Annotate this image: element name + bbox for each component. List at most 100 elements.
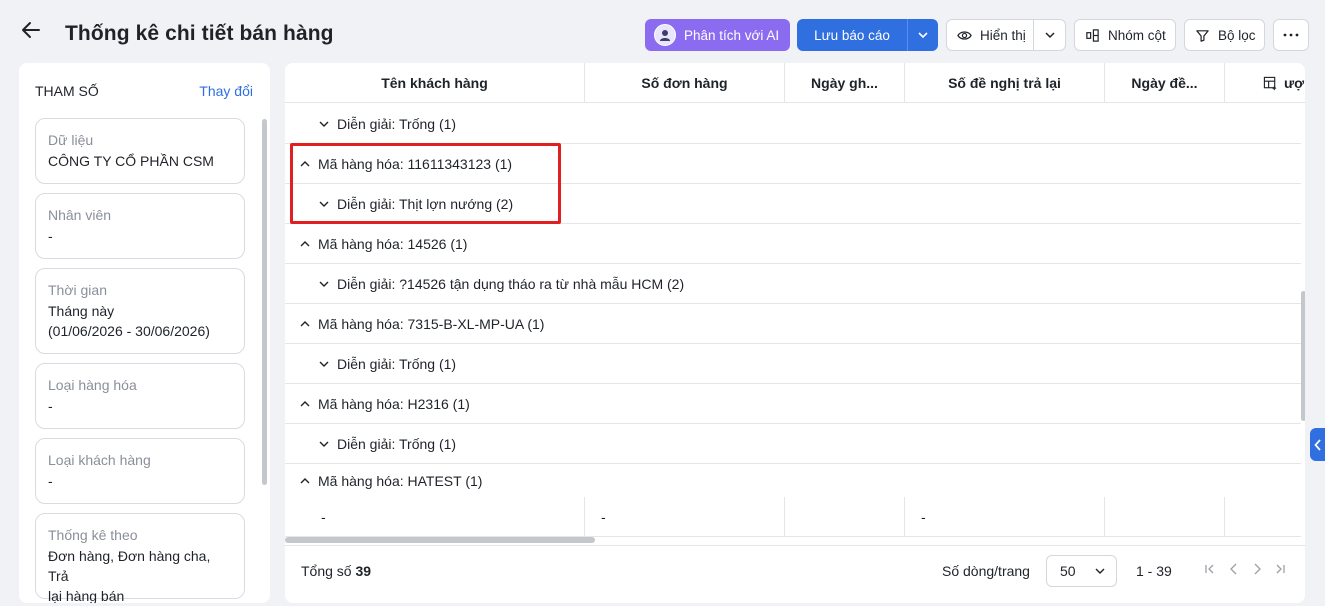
param-card-product-type[interactable]: Loại hàng hóa - bbox=[35, 363, 245, 429]
group-row-label: Diễn giải: Trống (1) bbox=[337, 115, 457, 132]
more-horizontal-icon bbox=[1283, 33, 1299, 37]
param-card-data[interactable]: Dữ liệu CÔNG TY CỔ PHẦN CSM bbox=[35, 118, 245, 184]
chevron-up-icon[interactable] bbox=[299, 398, 311, 410]
first-page-icon[interactable] bbox=[1203, 562, 1217, 576]
column-header-text: ượ bbox=[1284, 75, 1305, 91]
param-label: Thời gian bbox=[48, 282, 107, 298]
param-card-customer-type[interactable]: Loại khách hàng - bbox=[35, 438, 245, 504]
group-row[interactable]: Diễn giải: Thịt lợn nướng (2) bbox=[285, 184, 1301, 224]
horizontal-scrollbar[interactable] bbox=[285, 537, 595, 543]
save-options-button[interactable] bbox=[907, 19, 938, 51]
display-label: Hiển thị bbox=[980, 27, 1026, 43]
change-parameters-link[interactable]: Thay đổi bbox=[199, 83, 253, 99]
table-cell bbox=[785, 497, 905, 537]
back-arrow-icon[interactable] bbox=[20, 19, 42, 41]
group-row[interactable]: Mã hàng hóa: 14526 (1) bbox=[285, 224, 1301, 264]
parameters-panel: THAM SỐ Thay đổi Dữ liệu CÔNG TY CỔ PHẦN… bbox=[19, 63, 270, 603]
parameters-heading: THAM SỐ bbox=[35, 83, 99, 99]
param-card-period[interactable]: Thời gian Tháng này (01/06/2026 - 30/06/… bbox=[35, 268, 245, 354]
chevron-up-icon[interactable] bbox=[299, 158, 311, 170]
previous-page-icon[interactable] bbox=[1227, 562, 1241, 576]
total-value: 39 bbox=[355, 563, 372, 579]
table-footer: Tổng số 39 Số dòng/trang 50 1 - 39 bbox=[285, 545, 1305, 603]
table-row[interactable]: - - - bbox=[285, 497, 1301, 537]
total-label: Tổng số bbox=[301, 563, 352, 579]
display-button[interactable]: Hiển thị bbox=[946, 19, 1034, 51]
chevron-down-icon[interactable] bbox=[318, 278, 330, 290]
param-value: - bbox=[48, 228, 53, 244]
group-columns-label: Nhóm cột bbox=[1108, 27, 1166, 43]
rows-per-page-select[interactable]: 50 bbox=[1046, 555, 1117, 587]
param-value-cont: lại hàng bán bbox=[48, 588, 125, 603]
param-label: Nhân viên bbox=[48, 207, 112, 223]
column-header[interactable]: Ngày đề... bbox=[1105, 63, 1225, 103]
chevron-up-icon[interactable] bbox=[299, 475, 311, 487]
group-row-label: Mã hàng hóa: H2316 (1) bbox=[318, 395, 470, 412]
page-range: 1 - 39 bbox=[1136, 563, 1172, 579]
rows-per-page-value: 50 bbox=[1060, 563, 1076, 579]
last-page-icon[interactable] bbox=[1273, 562, 1287, 576]
chevron-down-icon bbox=[1095, 568, 1105, 574]
collapse-panel-button[interactable] bbox=[1310, 428, 1325, 461]
group-row-label: Diễn giải: Trống (1) bbox=[337, 355, 457, 372]
param-value: CÔNG TY CỔ PHẦN CSM bbox=[48, 153, 214, 169]
next-page-icon[interactable] bbox=[1250, 562, 1264, 576]
chevron-down-icon bbox=[1044, 32, 1055, 39]
group-row[interactable]: Diễn giải: Trống (1) bbox=[285, 344, 1301, 384]
group-row-label: Diễn giải: Trống (1) bbox=[337, 435, 457, 452]
group-row-label: Mã hàng hóa: 7315-B-XL-MP-UA (1) bbox=[318, 315, 545, 332]
filter-button[interactable]: Bộ lọc bbox=[1184, 19, 1265, 51]
analyze-ai-button[interactable]: Phân tích với AI bbox=[645, 19, 790, 51]
column-header[interactable]: Số đề nghị trả lại bbox=[905, 63, 1105, 103]
table-header: Tên khách hàng Số đơn hàng Ngày gh... Số… bbox=[285, 63, 1305, 103]
chevron-down-icon[interactable] bbox=[318, 358, 330, 370]
param-card-employee[interactable]: Nhân viên - bbox=[35, 193, 245, 259]
group-row[interactable]: Mã hàng hóa: 7315-B-XL-MP-UA (1) bbox=[285, 304, 1301, 344]
column-header[interactable]: ượ bbox=[1225, 63, 1305, 103]
group-row[interactable]: Mã hàng hóa: H2316 (1) bbox=[285, 384, 1301, 424]
param-card-stat-by[interactable]: Thống kê theo Đơn hàng, Đơn hàng cha, Tr… bbox=[35, 513, 245, 603]
group-row-label: Mã hàng hóa: 11611343123 (1) bbox=[318, 155, 513, 172]
page-title: Thống kê chi tiết bán hàng bbox=[65, 22, 334, 45]
param-label: Thống kê theo bbox=[48, 527, 138, 543]
chevron-down-icon[interactable] bbox=[318, 118, 330, 130]
param-label: Loại hàng hóa bbox=[48, 377, 137, 393]
vertical-scrollbar[interactable] bbox=[1301, 291, 1305, 421]
param-value-range: (01/06/2026 - 30/06/2026) bbox=[48, 323, 210, 339]
column-header[interactable]: Ngày gh... bbox=[785, 63, 905, 103]
total-count: Tổng số 39 bbox=[301, 563, 371, 579]
group-row-label: Mã hàng hóa: HATEST (1) bbox=[318, 472, 483, 489]
group-row-label: Diễn giải: Thịt lợn nướng (2) bbox=[337, 195, 514, 212]
display-options-button[interactable] bbox=[1033, 19, 1066, 51]
group-columns-button[interactable]: Nhóm cột bbox=[1074, 19, 1176, 51]
params-scrollbar[interactable] bbox=[262, 119, 267, 485]
param-value: - bbox=[48, 398, 53, 414]
column-header[interactable]: Tên khách hàng bbox=[285, 63, 585, 103]
group-row[interactable]: Diễn giải: ?14526 tận dụng tháo ra từ nh… bbox=[285, 264, 1301, 304]
chevron-up-icon[interactable] bbox=[299, 318, 311, 330]
group-columns-icon bbox=[1085, 28, 1100, 43]
filter-icon bbox=[1195, 28, 1210, 43]
group-row[interactable]: Mã hàng hóa: HATEST (1) bbox=[285, 464, 1301, 497]
group-row-label: Mã hàng hóa: 14526 (1) bbox=[318, 235, 468, 252]
chevron-left-icon bbox=[1313, 438, 1321, 451]
chevron-down-icon[interactable] bbox=[318, 438, 330, 450]
more-options-button[interactable] bbox=[1273, 19, 1309, 51]
param-value: - bbox=[48, 473, 53, 489]
eye-icon bbox=[957, 28, 972, 43]
rows-per-page-label: Số dòng/trang bbox=[942, 563, 1030, 579]
group-row[interactable]: Diễn giải: Trống (1) bbox=[285, 424, 1301, 464]
ai-avatar-icon bbox=[654, 24, 676, 46]
chevron-up-icon[interactable] bbox=[299, 238, 311, 250]
group-row[interactable]: Diễn giải: Trống (1) bbox=[285, 104, 1301, 144]
chevron-down-icon[interactable] bbox=[318, 198, 330, 210]
param-label: Dữ liệu bbox=[48, 132, 94, 148]
chevron-down-icon bbox=[918, 32, 928, 39]
save-report-button[interactable]: Lưu báo cáo bbox=[797, 19, 907, 51]
param-value: Tháng này bbox=[48, 303, 115, 319]
table-cell: - bbox=[585, 497, 785, 537]
column-settings-icon[interactable] bbox=[1263, 76, 1278, 91]
param-label: Loại khách hàng bbox=[48, 452, 151, 468]
column-header[interactable]: Số đơn hàng bbox=[585, 63, 785, 103]
group-row[interactable]: Mã hàng hóa: 11611343123 (1) bbox=[285, 144, 1301, 184]
